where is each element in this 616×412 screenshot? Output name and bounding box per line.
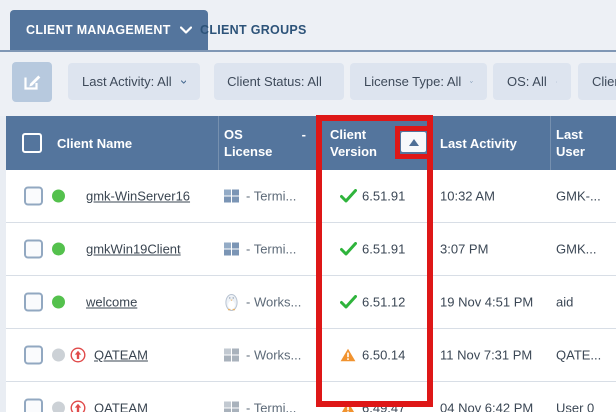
status-online-icon (52, 296, 65, 309)
check-icon (340, 189, 357, 203)
filter-client-version[interactable]: Client (578, 63, 616, 100)
filter-client-status[interactable]: Client Status: All (214, 63, 344, 100)
row-checkbox[interactable] (24, 187, 43, 206)
table-row: QATEAM - Works... 6.50.14 11 Nov 7:31 PM… (6, 329, 616, 382)
filter-last-activity-label: Last Activity: All (82, 74, 172, 89)
last-activity: 04 Nov 6:42 PM (440, 401, 533, 412)
windows-icon (224, 190, 239, 203)
filter-last-activity[interactable]: Last Activity: All (68, 63, 200, 100)
column-header-last-activity[interactable]: Last Activity (440, 135, 517, 152)
tab-client-management-label: CLIENT MANAGEMENT (26, 23, 171, 37)
chevron-down-icon (470, 78, 473, 86)
tab-client-groups[interactable]: CLIENT GROUPS (192, 10, 315, 50)
check-icon (340, 242, 357, 256)
row-checkbox[interactable] (24, 399, 43, 412)
chevron-down-icon (181, 78, 186, 86)
last-activity: 19 Nov 4:51 PM (440, 295, 533, 310)
last-activity: 3:07 PM (440, 242, 488, 257)
client-name-link[interactable]: gmk-WinServer16 (86, 189, 190, 204)
toolbar: Last Activity: All Client Status: All Li… (0, 52, 616, 115)
column-header-client-name[interactable]: Client Name (57, 135, 132, 152)
client-name-link[interactable]: welcome (86, 295, 137, 310)
table-row: gmk-WinServer16 - Termi... 6.51.91 10:32… (6, 170, 616, 223)
edit-pencil-icon (22, 72, 42, 92)
last-user: GMK-... (556, 189, 601, 204)
filter-license-type[interactable]: License Type: All (350, 63, 487, 100)
client-version: 6.49.47 (362, 401, 405, 412)
filter-license-type-label: License Type: All (364, 74, 461, 89)
client-name-link[interactable]: QATEAM (94, 401, 148, 412)
status-offline-icon (52, 349, 65, 362)
license-text: - Works... (246, 348, 301, 363)
sort-ascending-icon (409, 139, 419, 146)
windows-icon (224, 243, 239, 256)
update-available-icon (70, 400, 86, 412)
client-version: 6.51.12 (362, 295, 405, 310)
client-management-screen: CLIENT MANAGEMENT CLIENT GROUPS Last Act… (0, 0, 616, 412)
row-checkbox[interactable] (24, 293, 43, 312)
windows-icon (224, 349, 239, 362)
client-version: 6.50.14 (362, 348, 405, 363)
client-name-link[interactable]: QATEAM (94, 348, 148, 363)
filter-os-label: OS: All (507, 74, 547, 89)
row-checkbox[interactable] (24, 240, 43, 259)
linux-penguin-icon (224, 293, 239, 311)
row-checkbox[interactable] (24, 346, 43, 365)
last-user: QATE... (556, 348, 601, 363)
license-text: - Termi... (246, 242, 296, 257)
client-version: 6.51.91 (362, 189, 405, 204)
tab-client-groups-label: CLIENT GROUPS (200, 23, 307, 37)
chevron-down-icon (556, 78, 557, 86)
status-online-icon (52, 190, 65, 203)
filter-os[interactable]: OS: All (493, 63, 571, 100)
status-online-icon (52, 243, 65, 256)
last-user: User 0 (556, 401, 594, 412)
last-user: GMK... (556, 242, 596, 257)
license-text: - Termi... (246, 401, 296, 412)
column-header-client-version[interactable]: ClientVersion (330, 126, 377, 160)
filter-client-status-label: Client Status: All (227, 74, 322, 89)
table-row: QATEAM - Termi... 6.49.47 04 Nov 6:42 PM… (6, 382, 616, 412)
table-header: Client Name OS- License ClientVersion La… (6, 116, 616, 170)
column-header-os-license-line1[interactable]: OS- (224, 126, 306, 143)
windows-icon (224, 402, 239, 412)
last-activity: 11 Nov 7:31 PM (440, 348, 532, 363)
update-available-icon (70, 347, 86, 363)
column-header-os-license-line2[interactable]: License (224, 143, 272, 160)
check-icon (340, 295, 357, 309)
column-header-last-user[interactable]: LastUser (556, 126, 585, 160)
column-separator (218, 116, 219, 170)
last-user: aid (556, 295, 573, 310)
column-separator (550, 116, 551, 170)
warning-triangle-icon (340, 348, 356, 362)
table-row: welcome - Works... 6.51.12 19 Nov 4:51 P… (6, 276, 616, 329)
select-all-checkbox[interactable] (22, 133, 42, 153)
client-name-link[interactable]: gmkWin19Client (86, 242, 181, 257)
filter-client-version-label: Client (592, 74, 616, 89)
last-activity: 10:32 AM (440, 189, 495, 204)
table-row: gmkWin19Client - Termi... 6.51.91 3:07 P… (6, 223, 616, 276)
edit-button[interactable] (12, 62, 52, 102)
status-offline-icon (52, 402, 65, 412)
warning-triangle-icon (340, 401, 356, 412)
tab-client-management[interactable]: CLIENT MANAGEMENT (10, 10, 208, 50)
chevron-down-icon (180, 26, 192, 34)
license-text: - Termi... (246, 189, 296, 204)
sort-ascending-button[interactable] (401, 132, 426, 152)
client-version: 6.51.91 (362, 242, 405, 257)
license-text: - Works... (246, 295, 301, 310)
tab-bar: CLIENT MANAGEMENT CLIENT GROUPS (0, 10, 616, 50)
